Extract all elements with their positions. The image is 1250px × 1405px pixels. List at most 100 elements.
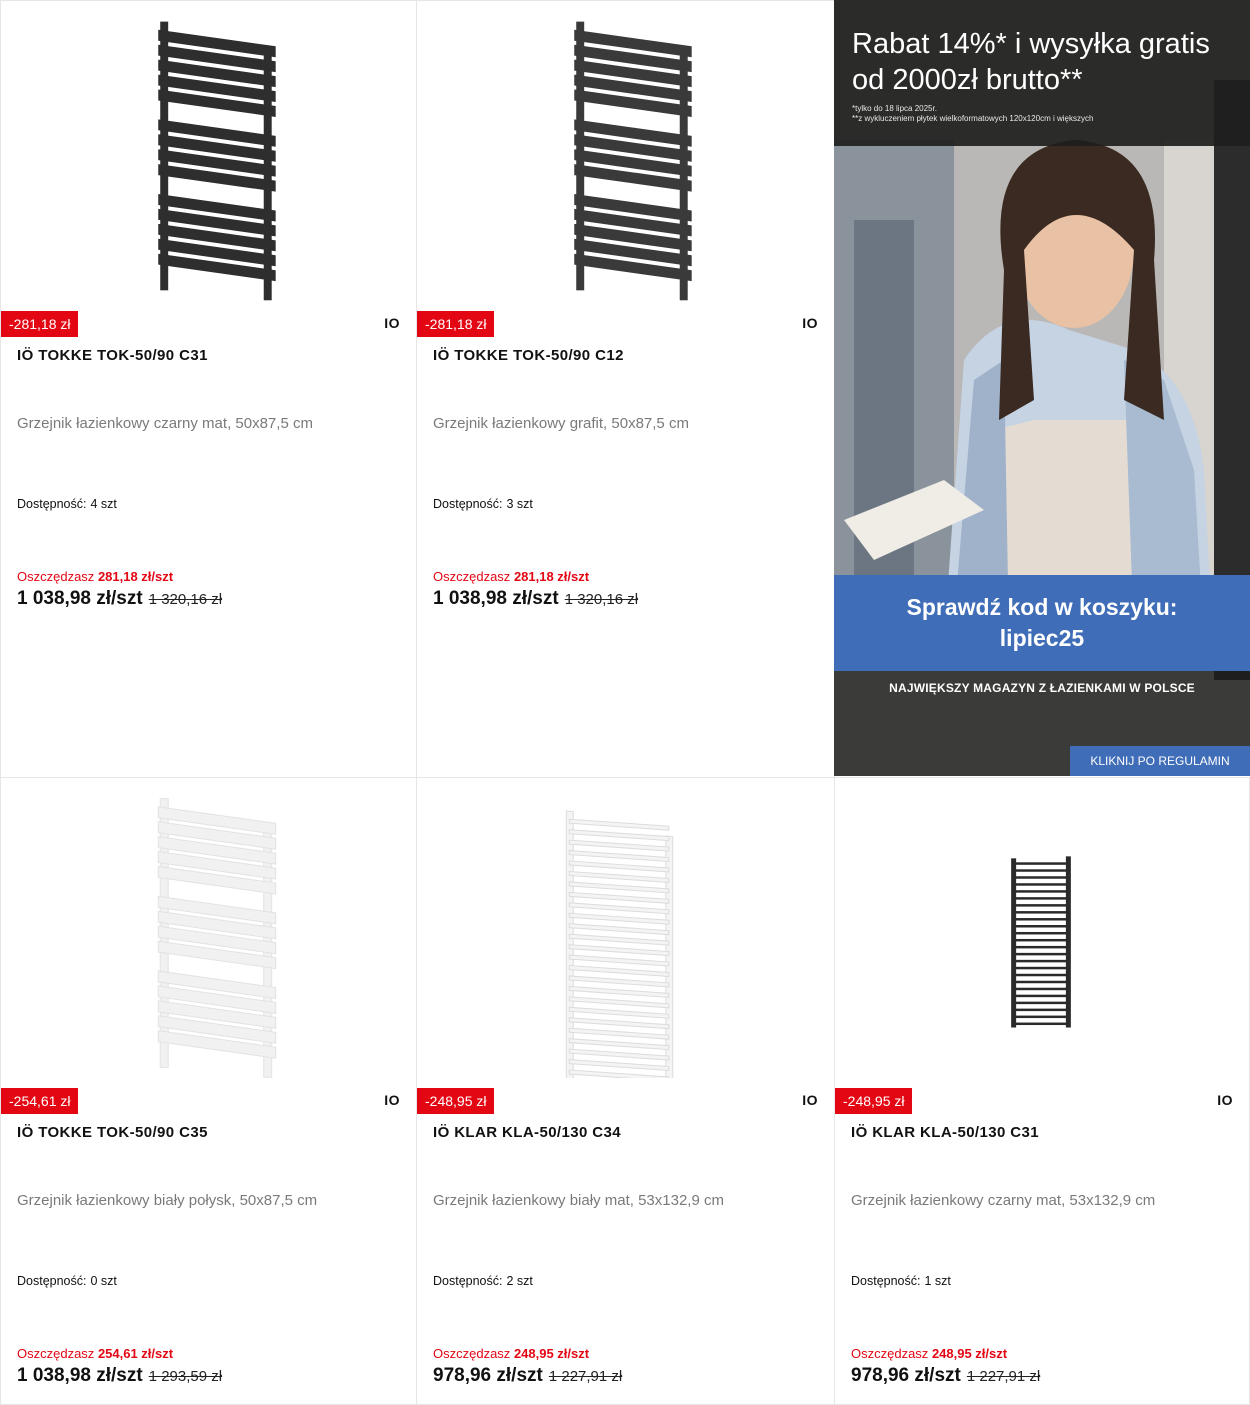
- radiator-rung: [568, 964, 670, 977]
- product-image[interactable]: [1, 778, 416, 1078]
- radiator-rung: [568, 975, 670, 988]
- product-description: Grzejnik łazienkowy biały połysk, 50x87,…: [17, 1192, 318, 1209]
- product-title[interactable]: IÖ KLAR KLA-50/130 C34: [433, 1124, 621, 1141]
- current-price: 978,96 zł/szt: [851, 1365, 961, 1386]
- discount-badge: -254,61 zł: [1, 1088, 79, 1114]
- radiator-rung: [568, 1069, 670, 1078]
- promo-headline: Rabat 14%* i wysyłka gratis od 2000zł br…: [852, 28, 1210, 96]
- radiator-rung: [1014, 931, 1068, 935]
- savings-info: Oszczędzasz 248,95 zł/szt: [433, 1346, 589, 1361]
- current-price: 1 038,98 zł/szt: [17, 588, 143, 609]
- current-price: 1 038,98 zł/szt: [17, 1365, 143, 1386]
- radiator-rung: [1014, 980, 1068, 984]
- product-image[interactable]: [1, 1, 416, 301]
- savings-info: Oszczędzasz 281,18 zł/szt: [433, 569, 589, 584]
- savings-info: Oszczędzasz 248,95 zł/szt: [851, 1346, 1007, 1361]
- promo-banner[interactable]: Rabat 14%* i wysyłka gratis od 2000zł br…: [834, 0, 1250, 776]
- savings-label: Oszczędzasz: [17, 569, 95, 584]
- flat-panel-radiator-icon: [157, 798, 277, 1078]
- savings-label: Oszczędzasz: [17, 1346, 95, 1361]
- terms-button[interactable]: KLIKNIJ PO REGULAMIN: [1070, 746, 1250, 776]
- product-description: Grzejnik łazienkowy czarny mat, 50x87,5 …: [17, 415, 313, 432]
- product-card[interactable]: -281,18 zł IO IÖ TOKKE TOK-50/90 C31 Grz…: [0, 0, 417, 778]
- radiator-rung: [1014, 1015, 1068, 1019]
- radiator-rung: [568, 891, 670, 904]
- availability: Dostępność: 3 szt: [433, 497, 533, 511]
- radiator-rung: [1014, 897, 1068, 900]
- radiator-rung: [568, 881, 670, 894]
- radiator-rung: [1014, 911, 1068, 914]
- price-row: 978,96 zł/szt 1 227,91 zł: [851, 1365, 1040, 1387]
- price-row: 1 038,98 zł/szt 1 293,59 zł: [17, 1365, 222, 1387]
- radiator-rung: [568, 1006, 670, 1019]
- radiator-rung: [1014, 938, 1068, 942]
- promo-footnote: **z wykluczeniem płytek wielkoformatowyc…: [852, 114, 1094, 123]
- discount-badge: -248,95 zł: [417, 1088, 495, 1114]
- product-image[interactable]: [417, 778, 834, 1078]
- brand-logo: IO: [384, 1092, 400, 1108]
- radiator-rung: [1014, 876, 1068, 879]
- radiator-rung: [1014, 883, 1068, 886]
- radiator-rung: [1014, 994, 1068, 998]
- availability: Dostępność: 4 szt: [17, 497, 117, 511]
- availability-label: Dostępność:: [17, 497, 87, 511]
- promo-footnote: *tylko do 18 lipca 2025r.: [852, 104, 937, 113]
- availability-label: Dostępność:: [433, 1274, 503, 1288]
- savings-label: Oszczędzasz: [433, 1346, 511, 1361]
- radiator-rung: [568, 1017, 670, 1030]
- product-image[interactable]: [835, 778, 1249, 1078]
- radiator-rung: [1014, 952, 1068, 956]
- radiator-rung: [568, 860, 670, 873]
- radiator-rung: [1014, 1022, 1068, 1026]
- product-title[interactable]: IÖ TOKKE TOK-50/90 C12: [433, 347, 624, 364]
- radiator-rung: [1014, 869, 1068, 872]
- savings-info: Oszczędzasz 254,61 zł/szt: [17, 1346, 173, 1361]
- promo-code: lipiec25: [999, 625, 1085, 651]
- radiator-rung: [1014, 945, 1068, 949]
- old-price: 1 320,16 zł: [148, 591, 223, 608]
- radiator-rung: [1014, 973, 1068, 977]
- brand-logo: IO: [1217, 1092, 1233, 1108]
- old-price: 1 227,91 zł: [548, 1368, 623, 1385]
- savings-label: Oszczędzasz: [433, 569, 511, 584]
- product-card[interactable]: -248,95 zł IO IÖ KLAR KLA-50/130 C34 Grz…: [416, 777, 835, 1405]
- price-row: 978,96 zł/szt 1 227,91 zł: [433, 1365, 622, 1387]
- radiator-rung: [568, 850, 670, 863]
- ladder-radiator-icon: [565, 810, 674, 1078]
- savings-value: 281,18 zł/szt: [97, 569, 174, 584]
- current-price: 1 038,98 zł/szt: [433, 588, 559, 609]
- radiator-rung: [568, 1048, 670, 1061]
- product-card[interactable]: -248,95 zł IO IÖ KLAR KLA-50/130 C31 Grz…: [834, 777, 1250, 1405]
- price-row: 1 038,98 zł/szt 1 320,16 zł: [17, 588, 222, 610]
- radiator-rung: [568, 944, 670, 957]
- availability: Dostępność: 0 szt: [17, 1274, 117, 1288]
- radiator-rung: [1014, 925, 1068, 928]
- availability-label: Dostępność:: [17, 1274, 87, 1288]
- radiator-rung: [568, 985, 670, 998]
- radiator-rung: [568, 818, 670, 831]
- product-image[interactable]: [417, 1, 834, 301]
- discount-badge: -281,18 zł: [417, 311, 495, 337]
- price-row: 1 038,98 zł/szt 1 320,16 zł: [433, 588, 638, 610]
- current-price: 978,96 zł/szt: [433, 1365, 543, 1386]
- radiator-rung: [1014, 959, 1068, 963]
- ladder-radiator-icon: [1011, 856, 1071, 1028]
- discount-badge: -281,18 zł: [1, 311, 79, 337]
- radiator-rung: [568, 829, 670, 842]
- radiator-rung: [568, 954, 670, 967]
- promo-footer: NAJWIĘKSZY MAGAZYN Z ŁAZIENKAMI W POLSCE…: [834, 671, 1250, 776]
- product-title[interactable]: IÖ KLAR KLA-50/130 C31: [851, 1124, 1039, 1141]
- promo-header: Rabat 14%* i wysyłka gratis od 2000zł br…: [834, 0, 1250, 146]
- old-price: 1 227,91 zł: [966, 1368, 1041, 1385]
- product-card[interactable]: -281,18 zł IO IÖ TOKKE TOK-50/90 C12 Grz…: [416, 0, 835, 778]
- old-price: 1 293,59 zł: [148, 1368, 223, 1385]
- product-title[interactable]: IÖ TOKKE TOK-50/90 C35: [17, 1124, 208, 1141]
- product-title[interactable]: IÖ TOKKE TOK-50/90 C31: [17, 347, 208, 364]
- availability-value: 4 szt: [90, 497, 117, 511]
- radiator-rung: [1014, 862, 1068, 865]
- savings-value: 248,95 zł/szt: [513, 1346, 590, 1361]
- radiator-rung: [1014, 904, 1068, 907]
- radiator-rung: [1014, 1001, 1068, 1005]
- promo-code-box: Sprawdź kod w koszyku: lipiec25: [834, 575, 1250, 671]
- product-card[interactable]: -254,61 zł IO IÖ TOKKE TOK-50/90 C35 Grz…: [0, 777, 417, 1405]
